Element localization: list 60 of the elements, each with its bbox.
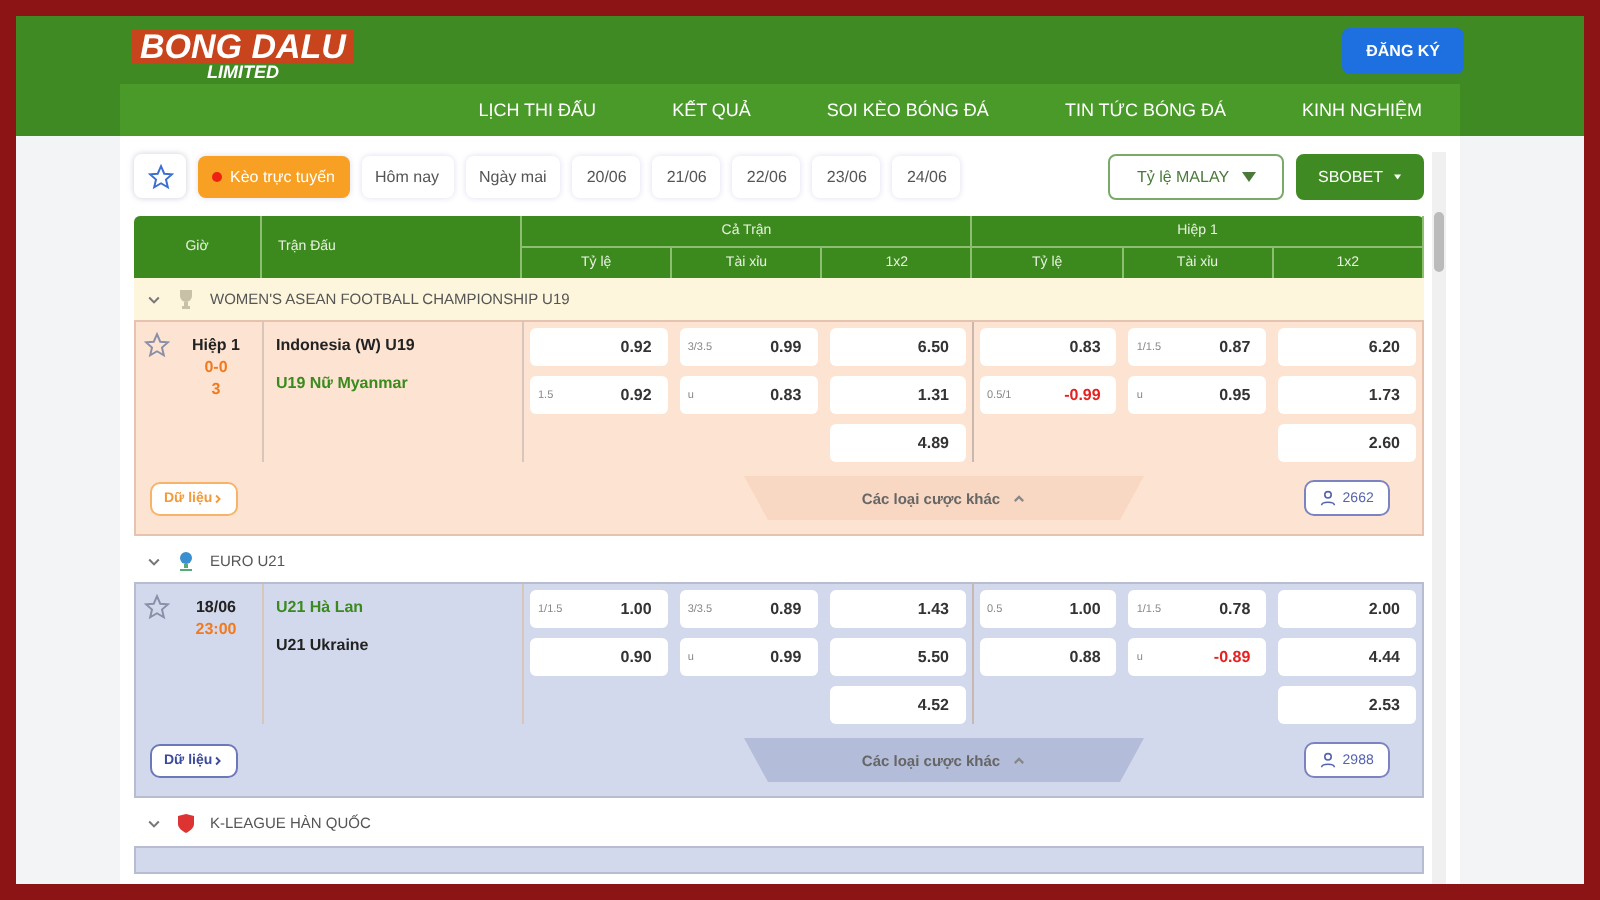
nav-link[interactable]: SOI KÈO BÓNG ĐÁ <box>788 84 1027 136</box>
odds-cell[interactable]: 2.53 <box>1278 686 1416 724</box>
date-filter[interactable]: 20/06 <box>572 155 641 197</box>
register-button[interactable]: ĐĂNG KÝ <box>1342 27 1464 73</box>
odds-cell[interactable]: 1.31 <box>829 376 965 414</box>
user-icon <box>1320 490 1337 506</box>
cup-icon <box>176 550 196 572</box>
chevron-icon <box>1012 491 1027 505</box>
odds-cell[interactable]: 0.88 <box>979 638 1117 676</box>
match-time: 18/06 <box>195 598 237 616</box>
nav-link[interactable]: LỊCH THI ĐẤU <box>440 84 635 136</box>
star-icon[interactable] <box>144 594 170 620</box>
score: 0-0 <box>204 358 228 376</box>
odds-cell[interactable]: 4.44 <box>1278 638 1416 676</box>
logo-tagline: LIMITED <box>206 64 279 82</box>
bookmaker-dropdown[interactable]: SBOBET <box>1296 153 1424 199</box>
nav-link[interactable]: KẾT QUẢ <box>634 84 789 136</box>
team-name[interactable]: Indonesia (W) U19 <box>276 336 510 354</box>
chevron-icon <box>212 753 224 767</box>
date-filter[interactable]: 22/06 <box>732 155 801 197</box>
scrollbar[interactable] <box>1432 152 1446 884</box>
favorites-button[interactable] <box>134 154 186 198</box>
star-icon[interactable] <box>144 332 170 358</box>
odds-cell[interactable]: 4.89 <box>829 424 965 462</box>
caret-icon <box>1394 171 1402 181</box>
nav-link[interactable]: KINH NGHIỆM <box>1263 84 1460 136</box>
chevron-icon[interactable] <box>146 553 162 569</box>
date-filter[interactable]: Ngày mai <box>465 155 561 197</box>
star-icon[interactable] <box>147 163 173 189</box>
caret-icon <box>1241 171 1256 181</box>
team-name[interactable]: U21 Ukraine <box>276 636 510 654</box>
odds-cell[interactable]: 1.43 <box>829 590 965 628</box>
odds-cell[interactable]: 2.00 <box>1278 590 1416 628</box>
odds-cell[interactable]: 2.60 <box>1278 424 1416 462</box>
date-filter[interactable]: 24/06 <box>892 155 961 197</box>
date-filter[interactable]: 21/06 <box>652 155 721 197</box>
odds-cell[interactable]: 0.92 <box>530 328 668 366</box>
match-minute: 3 <box>211 380 221 398</box>
date-filter[interactable]: Hôm nay <box>361 155 454 197</box>
odds-cell[interactable]: 5.50 <box>829 638 965 676</box>
trophy-icon <box>176 288 196 310</box>
chevron-icon[interactable] <box>146 291 162 307</box>
odds-cell[interactable]: 1.73 <box>1278 376 1416 414</box>
chevron-icon[interactable] <box>146 815 162 831</box>
user-icon <box>1320 752 1337 768</box>
shield-icon <box>176 812 196 834</box>
team-name[interactable]: U19 Nữ Myanmar <box>276 374 510 392</box>
odds-cell[interactable]: 0.83 <box>979 328 1117 366</box>
kickoff-time: 23:00 <box>195 620 237 638</box>
nav-link[interactable]: TIN TỨC BÓNG ĐÁ <box>1026 84 1264 136</box>
date-filter[interactable]: 23/06 <box>812 155 881 197</box>
match-time: Hiệp 1 <box>191 336 240 354</box>
odds-cell[interactable]: 6.20 <box>1278 328 1416 366</box>
odds-cell[interactable]: 6.50 <box>829 328 965 366</box>
chevron-icon <box>212 491 224 505</box>
odds-format-dropdown[interactable]: Tỷ lệ MALAY <box>1108 153 1284 199</box>
logo[interactable]: BONG DALU <box>132 30 354 64</box>
odds-cell[interactable]: 4.52 <box>829 686 965 724</box>
chevron-icon <box>1012 753 1027 767</box>
odds-cell[interactable]: 0.90 <box>530 638 668 676</box>
